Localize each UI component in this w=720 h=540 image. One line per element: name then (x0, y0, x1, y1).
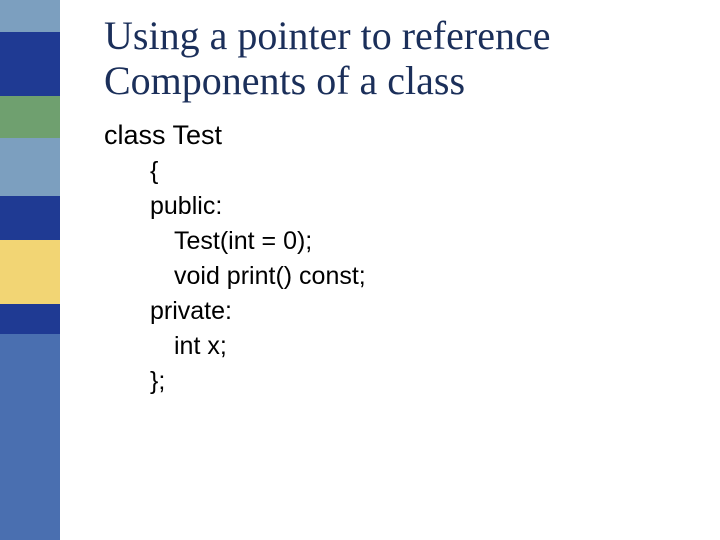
title-line-1: Using a pointer to reference (104, 13, 550, 58)
code-block: class Test { public: Test(int = 0); void… (104, 120, 664, 402)
code-line: }; (104, 367, 664, 396)
sidebar-color-block (0, 0, 60, 32)
sidebar-color-block (0, 32, 60, 96)
title-line-2: Components of a class (104, 58, 465, 103)
sidebar-color-block (0, 96, 60, 138)
code-line: int x; (104, 332, 664, 361)
code-line: private: (104, 297, 664, 326)
sidebar-color-block (0, 304, 60, 334)
code-line: class Test (104, 120, 664, 151)
sidebar-color-block (0, 240, 60, 304)
code-line: Test(int = 0); (104, 227, 664, 256)
sidebar-color-block (0, 196, 60, 240)
decorative-sidebar (0, 0, 60, 540)
slide: Using a pointer to reference Components … (0, 0, 720, 540)
sidebar-color-block (0, 334, 60, 540)
slide-title: Using a pointer to reference Components … (104, 14, 684, 104)
code-line: void print() const; (104, 262, 664, 291)
code-line: public: (104, 192, 664, 221)
sidebar-color-block (0, 138, 60, 196)
code-line: { (104, 157, 664, 186)
